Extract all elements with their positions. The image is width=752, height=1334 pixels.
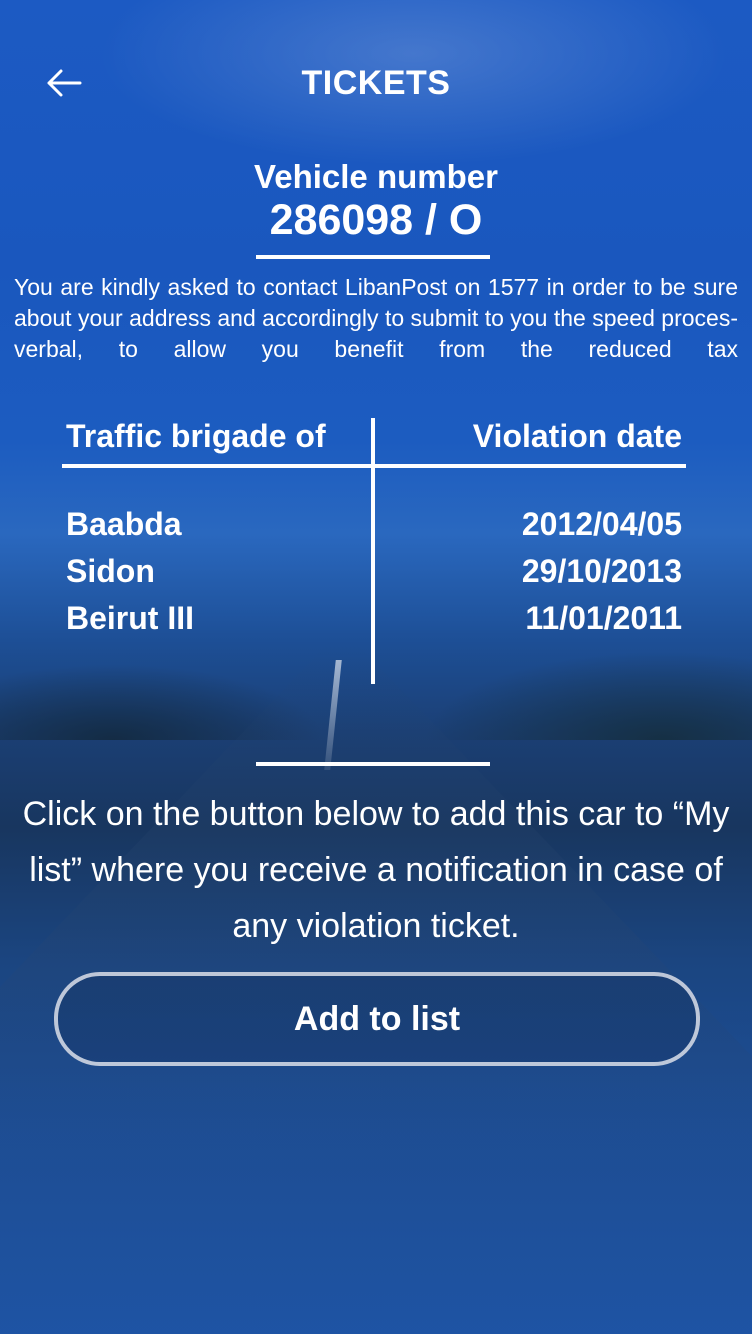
tickets-table: Traffic brigade of Violation date Baabda… [62, 418, 686, 686]
table-row: Beirut III 11/01/2011 [62, 600, 686, 647]
add-to-list-button[interactable]: Add to list [54, 972, 700, 1066]
table-body: Baabda 2012/04/05 Sidon 29/10/2013 Beiru… [62, 506, 686, 647]
violation-date-cell: 2012/04/05 [521, 506, 682, 542]
violation-date-cell: 11/01/2011 [525, 600, 682, 636]
brigade-cell: Baabda [66, 506, 182, 542]
brigade-cell: Beirut III [66, 600, 195, 636]
table-row: Sidon 29/10/2013 [62, 553, 686, 600]
header: TICKETS [0, 0, 752, 168]
add-to-list-info-text: Click on the button below to add this ca… [22, 795, 730, 945]
brigade-cell: Sidon [66, 553, 155, 589]
vehicle-number-label: Vehicle number [254, 158, 498, 195]
violation-date-cell: 29/10/2013 [521, 553, 682, 589]
page-title: TICKETS [301, 64, 451, 102]
column-header-date: Violation date [472, 418, 682, 454]
divider [256, 762, 490, 766]
notice-text: You are kindly asked to contact LibanPos… [14, 274, 738, 362]
vehicle-number-value: 286098 / O [269, 196, 483, 244]
table-row: Baabda 2012/04/05 [62, 506, 686, 553]
column-header-brigade: Traffic brigade of [66, 418, 326, 454]
divider [256, 255, 490, 259]
